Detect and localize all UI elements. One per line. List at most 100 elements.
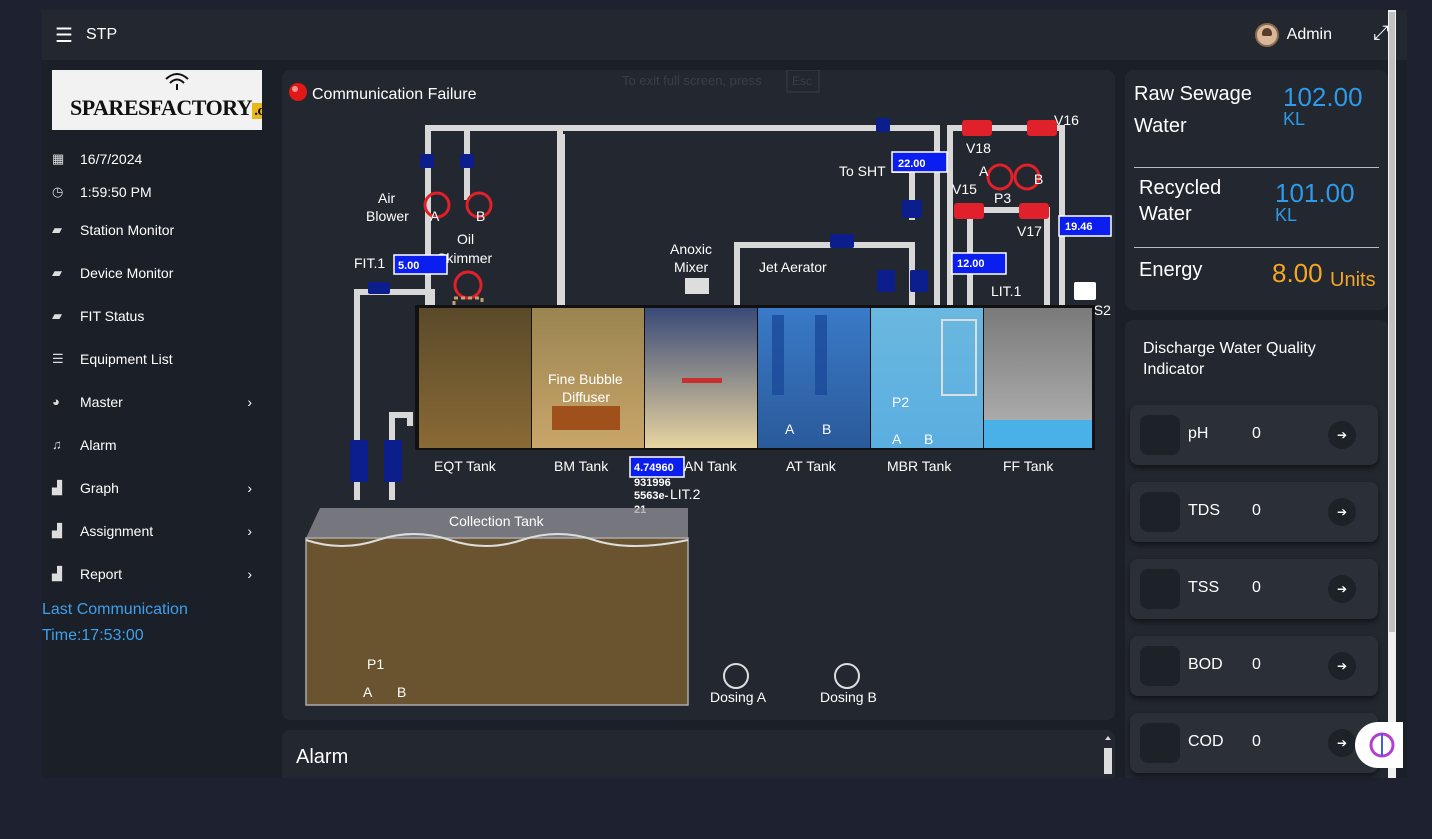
anoxic-mixer-icon (685, 278, 709, 294)
air-blower-label-1: Air (378, 190, 395, 206)
chevron-right-icon: › (247, 393, 252, 410)
process-tanks (415, 305, 1095, 450)
assistant-brain-button[interactable] (1355, 722, 1403, 768)
sidebar-item-master[interactable]: ◕ Master › (42, 380, 272, 423)
sidebar-time: ◷ 1:59:50 PM (42, 175, 272, 208)
chevron-right-icon: › (247, 565, 252, 582)
bar-chart-icon: ▟ (52, 522, 62, 538)
energy-label: Energy (1139, 259, 1203, 281)
clock-icon: ◷ (52, 183, 64, 199)
briefcase-icon: ▰ (52, 307, 62, 323)
sidebar-item-assignment[interactable]: ▟ Assignment › (42, 509, 272, 552)
bod-analyzer-icon (1140, 646, 1180, 686)
bar-chart-icon: ▟ (52, 479, 62, 495)
oil-skimmer-icon (453, 270, 483, 300)
briefcase-icon: ▰ (52, 264, 62, 280)
air-blower-label-2: Blower (366, 208, 409, 224)
fullscreen-key: Esc (792, 74, 812, 88)
collection-tank-label: Collection Tank (449, 513, 545, 529)
alarm-scrollbar[interactable] (1103, 734, 1113, 774)
bar-chart-icon: ▟ (52, 565, 62, 581)
divider (1134, 247, 1379, 248)
user-menu[interactable]: Admin (1254, 23, 1332, 47)
recycled-water-unit: KL (1275, 205, 1298, 225)
sidebar-item-alarm[interactable]: ♫ Alarm (42, 423, 272, 466)
recycled-label-line1: Recycled (1139, 177, 1222, 199)
p1-a-label: A (363, 684, 373, 700)
sidebar-item-label: Master (80, 393, 123, 410)
last-communication: Last Communication Time:17:53:00 (42, 597, 272, 649)
ff-tank-label: FF Tank (1003, 458, 1054, 474)
blower-a-label: A (430, 208, 440, 224)
time-text: 1:59:50 PM (80, 183, 152, 200)
fine-bubble-label-1: Fine Bubble (548, 371, 623, 387)
quality-card-tss: TSS 0 ➔ (1130, 559, 1378, 619)
anoxic-mixer-label-2: Mixer (674, 259, 709, 275)
avatar (1254, 23, 1279, 47)
quality-value: 0 (1252, 579, 1261, 596)
water-quality-panel: Discharge Water Quality Indicator pH 0 ➔ … (1125, 320, 1388, 778)
to-sht-label: To SHT (839, 163, 886, 179)
alarm-title: Alarm (296, 746, 349, 768)
arrow-right-icon[interactable]: ➔ (1328, 498, 1356, 526)
fit1-value: 5.00 (398, 260, 419, 272)
quality-value: 0 (1252, 733, 1261, 750)
quality-card-bod: BOD 0 ➔ (1130, 636, 1378, 696)
sidebar-item-station-monitor[interactable]: ▰ Station Monitor (42, 208, 272, 251)
quality-value: 0 (1252, 656, 1261, 673)
sidebar-item-equipment-list[interactable]: ☰ Equipment List (42, 337, 272, 380)
v15-label: V15 (952, 181, 977, 197)
water-drop-icon (1140, 569, 1180, 609)
lit2-overflow-2: 5563e- (634, 490, 669, 502)
page-scrollbar[interactable] (1388, 10, 1396, 778)
lit2-label: LIT.2 (670, 486, 701, 502)
dosing-b-label: Dosing B (820, 689, 877, 705)
list-icon: ☰ (52, 350, 64, 366)
quality-card-ph: pH 0 ➔ (1130, 405, 1378, 465)
fit1-label: FIT.1 (354, 255, 385, 271)
logo-text: SPARESFACTORY (70, 95, 253, 120)
arrow-right-icon[interactable]: ➔ (1328, 729, 1356, 757)
status-indicator-icon (289, 83, 307, 101)
arrow-right-icon[interactable]: ➔ (1328, 421, 1356, 449)
briefcase-icon: ▰ (52, 221, 62, 237)
raw-label-line1: Raw Sewage (1134, 83, 1252, 105)
arrow-right-icon[interactable]: ➔ (1328, 652, 1356, 680)
app-window: ☰ STP Admin ⤢ SPARESFACTORY.com ▦ 16/7/20… (42, 10, 1407, 778)
oil-skimmer-label-1: Oil (457, 231, 474, 247)
mbr-tank-label: MBR Tank (887, 458, 952, 474)
an-tank-label: AN Tank (684, 458, 738, 474)
v17-label: V17 (1017, 223, 1042, 239)
date-text: 16/7/2024 (80, 150, 143, 167)
quality-card-cod: COD 0 ➔ (1130, 713, 1378, 773)
divider (1134, 167, 1379, 168)
user-name: Admin (1286, 26, 1332, 43)
sidebar-item-device-monitor[interactable]: ▰ Device Monitor (42, 251, 272, 294)
stp-process-diagram: Communication Failure To exit full scree… (289, 69, 1112, 706)
last-comm-label: Last Communication (42, 601, 188, 618)
water-quality-title: Discharge Water Quality Indicator (1143, 338, 1316, 380)
expand-icon[interactable]: ⤢ (1373, 22, 1389, 45)
fullscreen-hint: To exit full screen, press (622, 73, 762, 88)
sidebar-item-label: FIT Status (80, 307, 145, 324)
chevron-right-icon: › (247, 479, 252, 496)
energy-unit: Units (1330, 269, 1376, 291)
wq-title-line2: Indicator (1143, 361, 1205, 378)
hamburger-icon[interactable]: ☰ (42, 23, 86, 48)
dosing-b-icon[interactable] (834, 663, 860, 689)
dosing-a-icon[interactable] (723, 663, 749, 689)
p3-b-label: B (1034, 171, 1043, 187)
sidebar-item-report[interactable]: ▟ Report › (42, 552, 272, 595)
recycled-water-label: Recycled Water (1139, 175, 1221, 227)
arrow-right-icon[interactable]: ➔ (1328, 575, 1356, 603)
quality-name: TSS (1188, 579, 1220, 596)
sidebar-item-graph[interactable]: ▟ Graph › (42, 466, 272, 509)
sidebar-item-label: Report (80, 565, 123, 582)
scrollbar-thumb[interactable] (1389, 12, 1395, 632)
sidebar-item-label: Equipment List (80, 350, 173, 367)
sht-value: 22.00 (898, 158, 926, 170)
p1-label: P1 (367, 656, 384, 672)
sidebar-item-fit-status[interactable]: ▰ FIT Status (42, 294, 272, 337)
anoxic-mixer-label-1: Anoxic (670, 241, 712, 257)
quality-name: COD (1188, 733, 1224, 750)
